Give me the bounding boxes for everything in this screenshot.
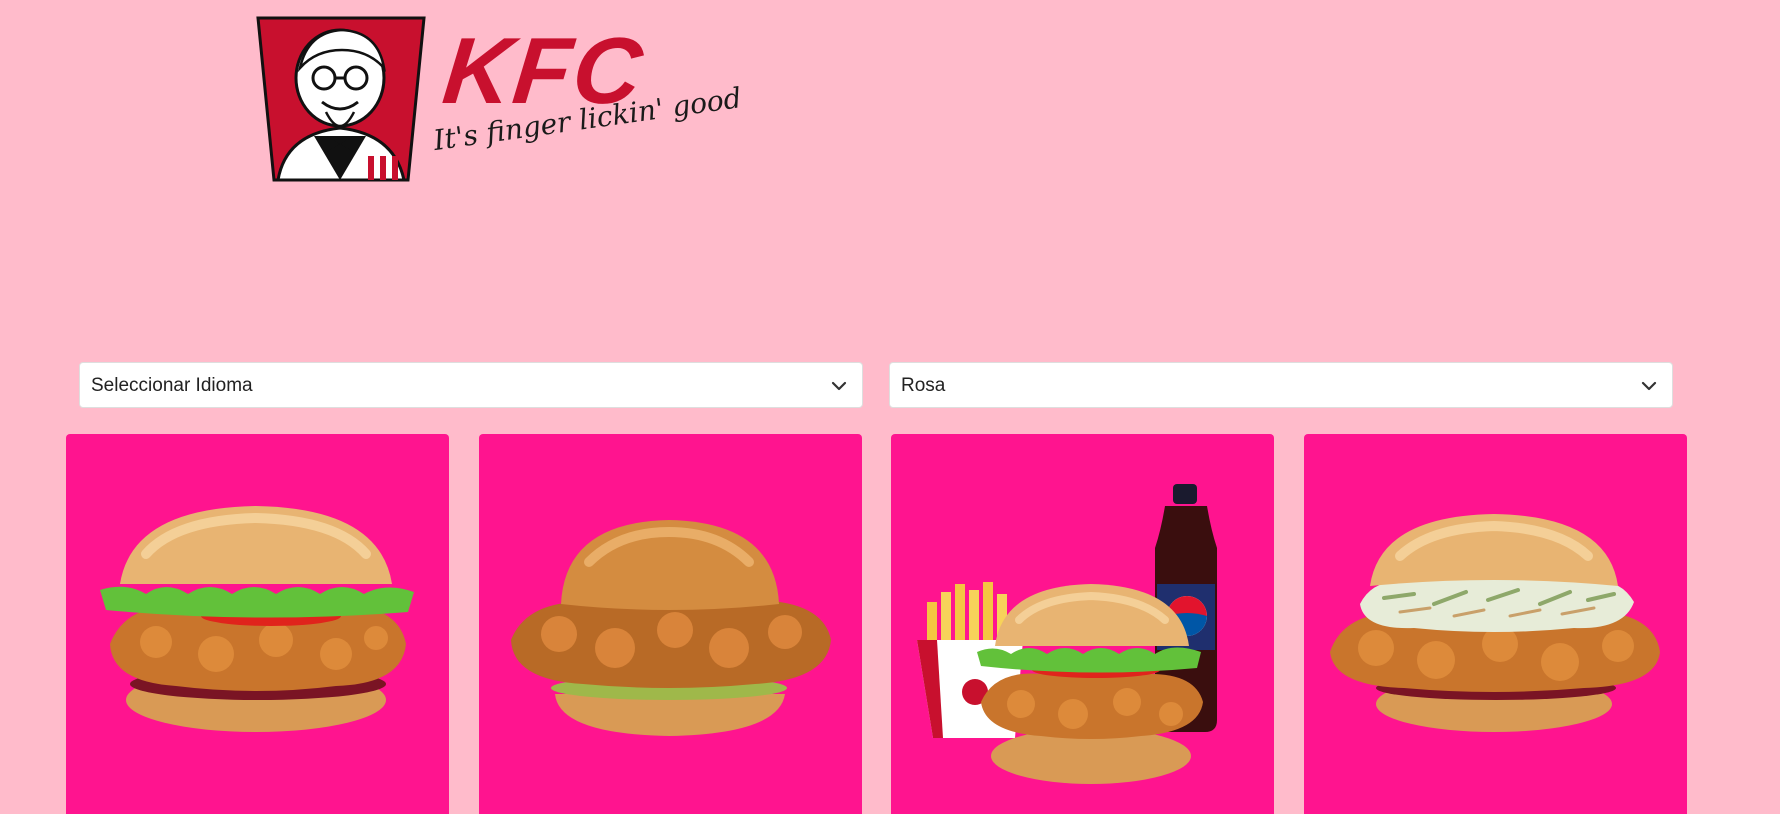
product-card[interactable] [66, 434, 449, 814]
color-theme-select-value: Rosa [901, 375, 946, 396]
page: KFC It's finger lickin' good Seleccionar… [0, 0, 1780, 814]
color-theme-select[interactable]: Rosa [889, 362, 1673, 408]
chevron-down-icon [831, 381, 847, 391]
language-select[interactable]: Seleccionar Idioma [79, 362, 863, 408]
chevron-down-icon [1641, 381, 1657, 391]
product-card[interactable] [1304, 434, 1687, 814]
product-image [479, 434, 862, 814]
kfc-logo[interactable]: KFC It's finger lickin' good [256, 16, 743, 186]
language-select-value: Seleccionar Idioma [91, 375, 253, 396]
product-image [66, 434, 449, 814]
colonel-badge-icon [256, 16, 426, 182]
product-image [1304, 434, 1687, 814]
product-card[interactable] [891, 434, 1274, 814]
product-card[interactable] [479, 434, 862, 814]
product-image [891, 434, 1274, 814]
